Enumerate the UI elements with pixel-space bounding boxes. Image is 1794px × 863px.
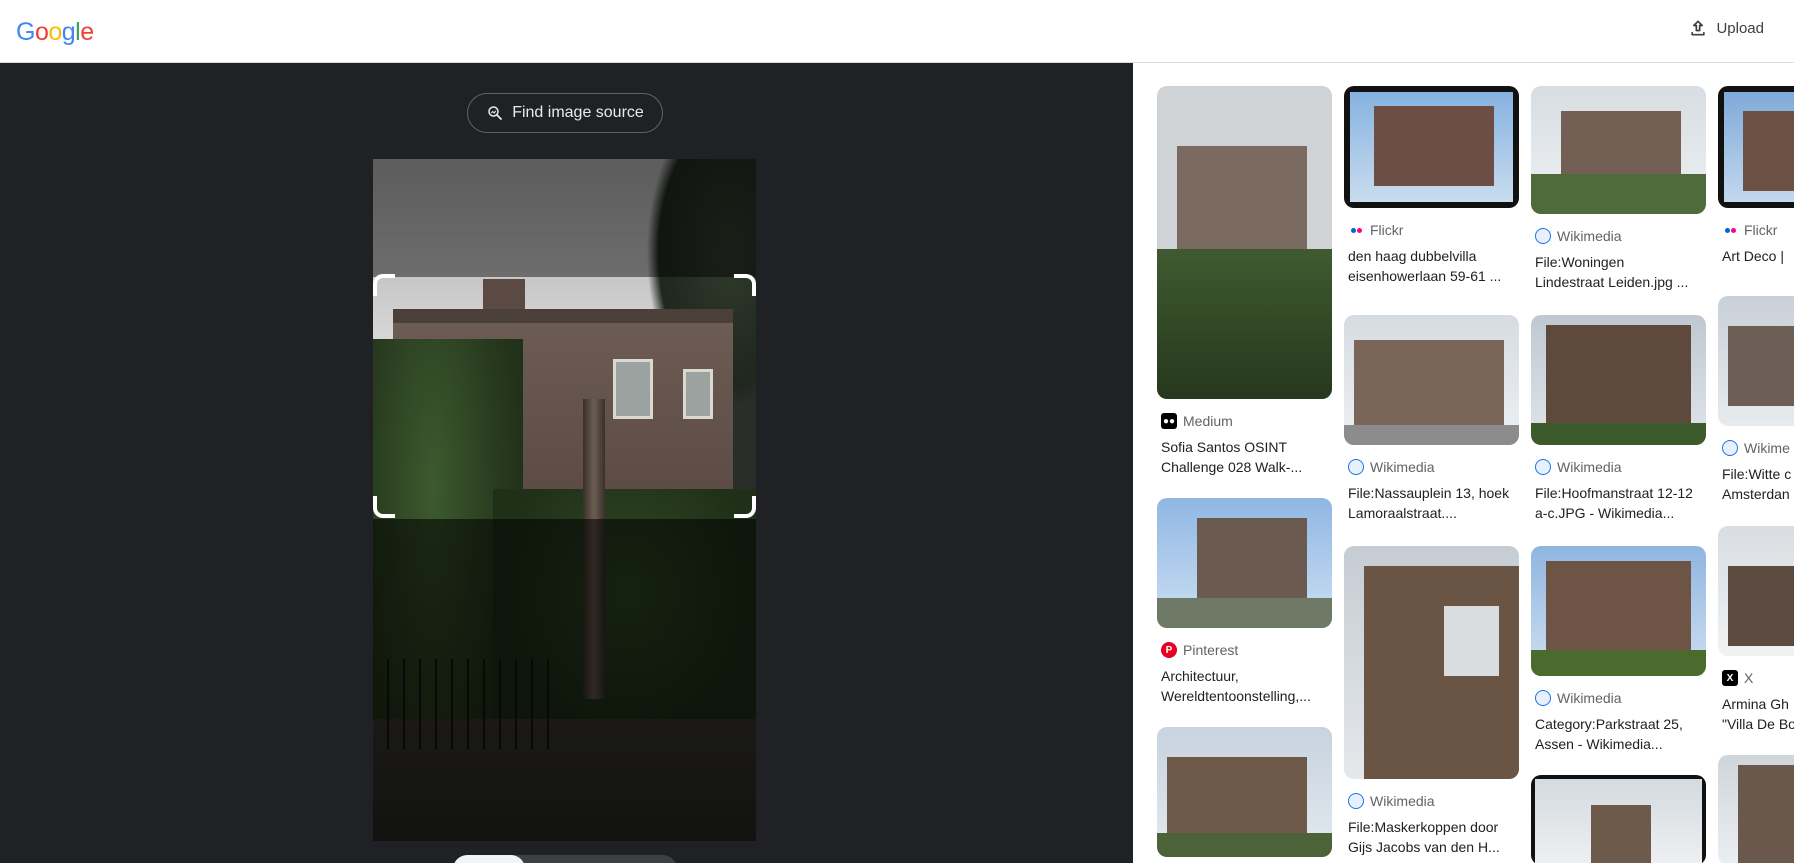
result-thumbnail[interactable] — [1531, 86, 1706, 214]
wikimedia-icon — [1722, 440, 1738, 456]
result-source: Medium — [1183, 413, 1233, 429]
pinterest-icon: P — [1161, 642, 1177, 658]
result-card[interactable]: Flickr den haag dubbelvilla eisenhowerlaa… — [1344, 86, 1519, 286]
result-source: Flickr — [1370, 222, 1404, 238]
result-card[interactable]: ●● Medium Sofia Santos OSINT Challenge 028… — [1157, 86, 1332, 477]
mode-tab-active[interactable] — [453, 855, 525, 863]
find-image-source-button[interactable]: Find image source — [467, 93, 663, 133]
wikimedia-icon — [1535, 690, 1551, 706]
result-card[interactable]: Wikimedia Category:Parkstraat 25, Assen -… — [1531, 546, 1706, 754]
upload-button[interactable]: Upload — [1688, 18, 1764, 38]
result-title[interactable]: den haag dubbelvilla eisenhowerlaan 59-61… — [1348, 246, 1513, 286]
result-title[interactable]: File:Maskerkoppen door Gijs Jacobs van de… — [1348, 817, 1513, 857]
logo-letter: o — [48, 18, 62, 46]
result-title[interactable]: File:Woningen Lindestraat Leiden.jpg ... — [1535, 252, 1700, 292]
crop-handle-top-left[interactable] — [373, 274, 395, 296]
logo-letter: g — [61, 18, 76, 46]
query-image-pane: Find image source — [0, 63, 1133, 863]
wikimedia-icon — [1535, 228, 1551, 244]
find-image-source-label: Find image source — [512, 104, 644, 121]
upload-icon — [1691, 20, 1706, 36]
result-thumbnail[interactable] — [1531, 315, 1706, 445]
results-grid: ●● Medium Sofia Santos OSINT Challenge 028… — [1133, 63, 1794, 863]
result-card[interactable]: XX Armina Gh "Villa De Bo — [1718, 526, 1794, 734]
result-source: Flickr — [1744, 222, 1778, 238]
result-thumbnail[interactable] — [1157, 727, 1332, 857]
result-card[interactable]: Wikimedia File:Hoofmanstraat 12-12 a-c.JP… — [1531, 315, 1706, 523]
result-thumbnail[interactable] — [1718, 86, 1794, 208]
result-title[interactable]: Armina Gh "Villa De Bo — [1722, 694, 1794, 734]
result-card[interactable]: Wikimedia File:Maskerkoppen door Gijs Jac… — [1344, 546, 1519, 857]
google-logo[interactable]: Google — [16, 18, 94, 47]
medium-icon: ●● — [1161, 413, 1177, 429]
result-thumbnail[interactable] — [1344, 315, 1519, 445]
result-source: Wikimedia — [1370, 793, 1435, 809]
result-thumbnail[interactable] — [1344, 546, 1519, 779]
result-title[interactable]: Sofia Santos OSINT Challenge 028 Walk-... — [1161, 437, 1326, 477]
result-source: Wikime — [1744, 440, 1790, 456]
result-card[interactable] — [1531, 775, 1706, 863]
result-card[interactable]: Wikime File:Witte c Amsterdan — [1718, 296, 1794, 504]
result-card[interactable] — [1157, 727, 1332, 857]
crop-handle-bottom-left[interactable] — [373, 496, 395, 518]
result-card[interactable] — [1718, 755, 1794, 863]
result-title[interactable]: File:Hoofmanstraat 12-12 a-c.JPG - Wikime… — [1535, 483, 1700, 523]
result-thumbnail[interactable] — [1344, 86, 1519, 208]
result-title[interactable]: Architectuur, Wereldtentoonstelling,... — [1161, 666, 1326, 706]
result-card[interactable]: Wikimedia File:Woningen Lindestraat Leide… — [1531, 86, 1706, 292]
result-source: X — [1744, 670, 1754, 686]
result-thumbnail[interactable] — [1531, 775, 1706, 863]
top-bar: Google Upload — [0, 0, 1794, 63]
crop-handle-top-right[interactable] — [734, 274, 756, 296]
flickr-icon — [1348, 222, 1364, 238]
result-title[interactable]: File:Witte c Amsterdan — [1722, 464, 1794, 504]
x-icon: X — [1722, 670, 1738, 686]
result-card[interactable]: P Pinterest Architectuur, Wereldtentoonste… — [1157, 498, 1332, 706]
upload-label: Upload — [1716, 19, 1764, 37]
result-source: Pinterest — [1183, 642, 1239, 658]
logo-letter: G — [16, 18, 35, 46]
wikimedia-icon — [1535, 459, 1551, 475]
result-thumbnail[interactable] — [1718, 755, 1794, 863]
wikimedia-icon — [1348, 793, 1364, 809]
crop-handle-bottom-right[interactable] — [734, 496, 756, 518]
result-source: Wikimedia — [1557, 459, 1622, 475]
mode-switcher[interactable] — [453, 855, 677, 863]
result-thumbnail[interactable] — [1718, 296, 1794, 426]
result-source: Wikimedia — [1370, 459, 1435, 475]
result-card[interactable]: Wikimedia File:Nassauplein 13, hoek Lamor… — [1344, 315, 1519, 523]
result-thumbnail[interactable] — [1531, 546, 1706, 676]
result-thumbnail[interactable] — [1157, 498, 1332, 628]
wikimedia-icon — [1348, 459, 1364, 475]
logo-letter: o — [34, 18, 49, 46]
crop-selection-box[interactable] — [373, 274, 756, 518]
result-thumbnail[interactable] — [1157, 86, 1332, 399]
result-title[interactable]: File:Nassauplein 13, hoek Lamoraalstraat.… — [1348, 483, 1513, 523]
result-thumbnail[interactable] — [1718, 526, 1794, 656]
result-source: Wikimedia — [1557, 228, 1622, 244]
image-search-icon — [488, 106, 503, 120]
result-card[interactable]: Flickr Art Deco | — [1718, 86, 1794, 266]
result-source: Wikimedia — [1557, 690, 1622, 706]
result-title[interactable]: Art Deco | — [1722, 246, 1794, 266]
result-title[interactable]: Category:Parkstraat 25, Assen - Wikimedia… — [1535, 714, 1700, 754]
flickr-icon — [1722, 222, 1738, 238]
logo-letter: e — [80, 18, 94, 46]
